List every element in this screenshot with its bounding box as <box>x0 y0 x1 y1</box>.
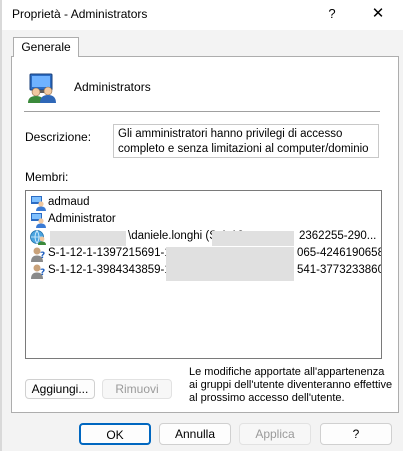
member-name-tail: 541-3773233860 <box>297 264 382 276</box>
members-label: Membri: <box>25 170 69 184</box>
member-name: Administrator <box>48 213 116 225</box>
properties-dialog: Proprietà - Administrators ? ✕ Generale … <box>2 0 403 451</box>
user-icon <box>30 212 46 228</box>
svg-text:?: ? <box>40 251 45 261</box>
ok-button[interactable]: OK <box>79 423 151 445</box>
group-users-icon <box>24 72 60 104</box>
help-button[interactable]: ? <box>318 4 346 24</box>
apply-button[interactable]: Applica <box>239 423 311 445</box>
remove-button[interactable]: Rimuovi <box>102 379 172 399</box>
member-name: S-1-12-1-3984343859-11 <box>48 264 177 276</box>
description-field[interactable]: Gli amministratori hanno privilegi di ac… <box>113 124 379 158</box>
tab-generale[interactable]: Generale <box>13 37 79 57</box>
cancel-button[interactable]: Annulla <box>159 423 231 445</box>
domain-user-icon <box>30 229 46 245</box>
redaction-block <box>212 231 294 246</box>
window-title: Proprietà - Administrators <box>12 7 148 21</box>
member-name: S-1-12-1-1397215691-12 <box>48 247 178 259</box>
member-name-tail: 2362255-290... <box>299 230 377 242</box>
title-bar: Proprietà - Administrators ? ✕ <box>2 0 403 30</box>
group-name: Administrators <box>74 80 151 94</box>
member-name-tail: 065-4246190658 <box>297 247 382 259</box>
divider <box>24 111 380 112</box>
membership-note: Le modifiche apportate all'appartenenza … <box>189 366 393 404</box>
user-icon <box>30 195 46 211</box>
svg-text:?: ? <box>40 268 45 278</box>
close-button[interactable]: ✕ <box>364 4 392 24</box>
member-name: admaud <box>48 196 90 208</box>
tab-panel-generale: Administrators Descrizione: Gli amminist… <box>11 56 399 413</box>
redaction-block <box>50 231 126 246</box>
add-button[interactable]: Aggiungi... <box>25 379 95 399</box>
description-label: Descrizione: <box>25 130 92 144</box>
members-list[interactable]: admaud Administrator \daniele.longhi (S-… <box>25 190 382 359</box>
footer-help-button[interactable]: ? <box>320 423 392 445</box>
redaction-block <box>166 247 294 281</box>
unknown-user-icon: ? <box>30 263 46 279</box>
unknown-user-icon: ? <box>30 246 46 262</box>
